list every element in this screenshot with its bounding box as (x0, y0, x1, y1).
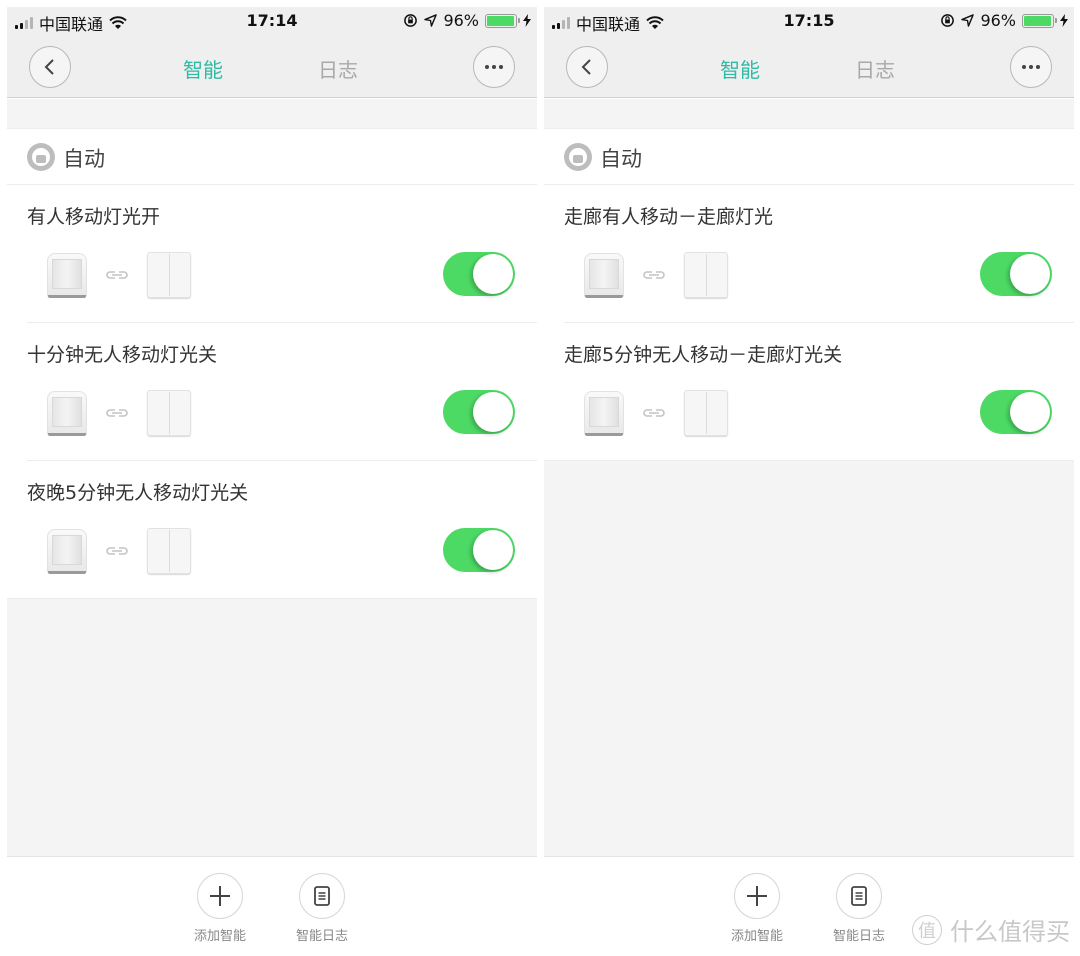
charging-icon (523, 14, 531, 27)
wall-switch-icon (147, 252, 191, 298)
wall-switch-icon (147, 390, 191, 436)
rule-toggle[interactable] (443, 252, 515, 296)
motion-sensor-icon (584, 251, 624, 299)
document-icon (851, 886, 867, 906)
nav-bar: 智能 日志 (7, 37, 537, 98)
device-chain (47, 527, 191, 575)
plus-icon (747, 886, 767, 906)
tab-smart[interactable]: 智能 (720, 54, 760, 83)
battery-percent: 96% (980, 11, 1016, 30)
link-icon (106, 547, 128, 555)
link-icon (106, 271, 128, 279)
rule-name: 走廊5分钟无人移动－走廊灯光关 (564, 344, 843, 366)
phone-screen-left: 中国联通 17:14 96% 智能 日志 自动 有人移动灯光开 十分钟无人移动灯… (7, 7, 537, 956)
more-button[interactable] (1010, 46, 1052, 88)
more-dots-icon (1022, 65, 1040, 69)
rule-item[interactable]: 走廊有人移动－走廊灯光 (544, 185, 1074, 323)
add-smart-button[interactable]: 添加智能 (717, 873, 797, 944)
rule-item[interactable]: 有人移动灯光开 (7, 185, 537, 323)
orientation-lock-icon (941, 14, 955, 27)
robot-icon (27, 143, 55, 171)
location-icon (961, 14, 975, 27)
location-icon (424, 14, 438, 27)
spacer (7, 99, 537, 129)
rule-item[interactable]: 十分钟无人移动灯光关 (7, 323, 537, 461)
rule-name: 走廊有人移动－走廊灯光 (564, 206, 774, 228)
wall-switch-icon (684, 390, 728, 436)
device-chain (584, 389, 728, 437)
more-dots-icon (485, 65, 503, 69)
device-chain (47, 389, 191, 437)
rule-name: 夜晚5分钟无人移动灯光关 (27, 482, 249, 504)
chevron-left-icon (44, 59, 54, 75)
section-title: 自动 (63, 147, 105, 171)
section-header: 自动 (7, 129, 537, 185)
phone-screen-right: 中国联通 17:15 96% 智能 日志 自动 走廊有人移动－走廊灯光 走廊5分… (544, 7, 1074, 956)
tab-log[interactable]: 日志 (855, 54, 895, 83)
spacer (544, 99, 1074, 129)
motion-sensor-icon (47, 527, 87, 575)
smart-log-label: 智能日志 (832, 929, 885, 944)
section-title: 自动 (600, 147, 642, 171)
nav-bar: 智能 日志 (544, 37, 1074, 98)
add-smart-label: 添加智能 (730, 929, 783, 944)
tab-log[interactable]: 日志 (318, 54, 358, 83)
orientation-lock-icon (404, 14, 418, 27)
rule-toggle[interactable] (980, 390, 1052, 434)
charging-icon (1060, 14, 1068, 27)
battery-icon (1022, 13, 1057, 28)
empty-area (544, 461, 1074, 857)
link-icon (643, 409, 665, 417)
motion-sensor-icon (47, 251, 87, 299)
add-smart-label: 添加智能 (193, 929, 246, 944)
robot-icon (564, 143, 592, 171)
wall-switch-icon (684, 252, 728, 298)
status-bar: 中国联通 17:14 96% (7, 7, 537, 37)
rule-item[interactable]: 夜晚5分钟无人移动灯光关 (7, 461, 537, 599)
add-smart-button[interactable]: 添加智能 (180, 873, 260, 944)
smart-log-button[interactable]: 智能日志 (282, 873, 362, 944)
battery-icon (485, 13, 520, 28)
tab-smart[interactable]: 智能 (183, 54, 223, 83)
chevron-left-icon (581, 59, 591, 75)
watermark-badge: 值 (912, 914, 942, 945)
bottom-bar: 添加智能 智能日志 (7, 857, 537, 956)
smart-log-button[interactable]: 智能日志 (819, 873, 899, 944)
plus-icon (210, 886, 230, 906)
more-button[interactable] (473, 46, 515, 88)
motion-sensor-icon (47, 389, 87, 437)
smart-log-label: 智能日志 (295, 929, 348, 944)
document-icon (314, 886, 330, 906)
rule-toggle[interactable] (443, 390, 515, 434)
section-header: 自动 (544, 129, 1074, 185)
rule-list: 走廊有人移动－走廊灯光 走廊5分钟无人移动－走廊灯光关 (544, 185, 1074, 461)
device-chain (47, 251, 191, 299)
back-button[interactable] (566, 46, 608, 88)
rule-list: 有人移动灯光开 十分钟无人移动灯光关 夜晚5分钟无人移动灯光关 (7, 185, 537, 599)
rule-item[interactable]: 走廊5分钟无人移动－走廊灯光关 (544, 323, 1074, 461)
link-icon (106, 409, 128, 417)
device-chain (584, 251, 728, 299)
watermark: 值 什么值得买 (912, 912, 1070, 947)
motion-sensor-icon (584, 389, 624, 437)
rule-name: 十分钟无人移动灯光关 (27, 344, 218, 366)
link-icon (643, 271, 665, 279)
back-button[interactable] (29, 46, 71, 88)
rule-name: 有人移动灯光开 (27, 206, 161, 228)
wall-switch-icon (147, 528, 191, 574)
empty-area (7, 599, 537, 857)
status-bar: 中国联通 17:15 96% (544, 7, 1074, 37)
battery-percent: 96% (443, 11, 479, 30)
watermark-text: 什么值得买 (950, 918, 1070, 946)
rule-toggle[interactable] (980, 252, 1052, 296)
rule-toggle[interactable] (443, 528, 515, 572)
